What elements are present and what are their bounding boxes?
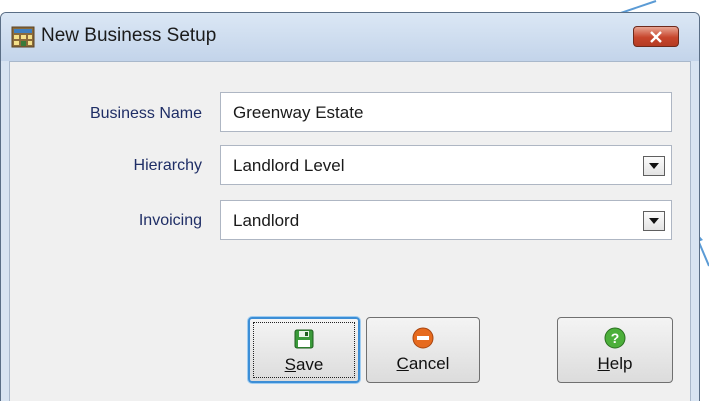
close-icon <box>650 30 662 43</box>
hierarchy-select[interactable]: Landlord Level <box>220 145 672 185</box>
screenshot-stage: New Business Setup Business Name Greenwa… <box>0 0 709 401</box>
save-label: Save <box>284 355 324 374</box>
no-entry-icon <box>412 327 434 349</box>
help-button[interactable]: ? Help <box>557 317 673 383</box>
dialog-body: Business Name Greenway Estate Hierarchy … <box>9 61 691 401</box>
invoicing-label: Invoicing <box>138 212 202 229</box>
cancel-label: Cancel <box>396 354 450 373</box>
invoicing-dropdown-button[interactable] <box>643 211 665 231</box>
close-button[interactable] <box>633 26 679 47</box>
hierarchy-label: Hierarchy <box>133 157 202 174</box>
hierarchy-value: Landlord Level <box>233 156 345 175</box>
business-name-label: Business Name <box>89 105 202 122</box>
save-button[interactable]: Save <box>248 317 360 383</box>
question-mark-icon: ? <box>604 327 626 349</box>
chevron-down-icon <box>649 163 659 169</box>
title-bar[interactable]: New Business Setup <box>1 13 699 61</box>
help-label: Help <box>597 354 633 373</box>
business-name-value: Greenway Estate <box>233 103 364 122</box>
invoicing-select[interactable]: Landlord <box>220 200 672 240</box>
cancel-button[interactable]: Cancel <box>366 317 480 383</box>
window-title: New Business Setup <box>41 25 217 46</box>
invoicing-value: Landlord <box>233 211 300 230</box>
app-window-icon <box>11 26 35 48</box>
new-business-setup-dialog: New Business Setup Business Name Greenwa… <box>0 12 700 401</box>
chevron-down-icon <box>649 218 659 224</box>
business-name-input[interactable]: Greenway Estate <box>220 92 672 132</box>
floppy-disk-icon <box>294 329 314 349</box>
hierarchy-dropdown-button[interactable] <box>643 156 665 176</box>
svg-text:?: ? <box>611 330 620 346</box>
